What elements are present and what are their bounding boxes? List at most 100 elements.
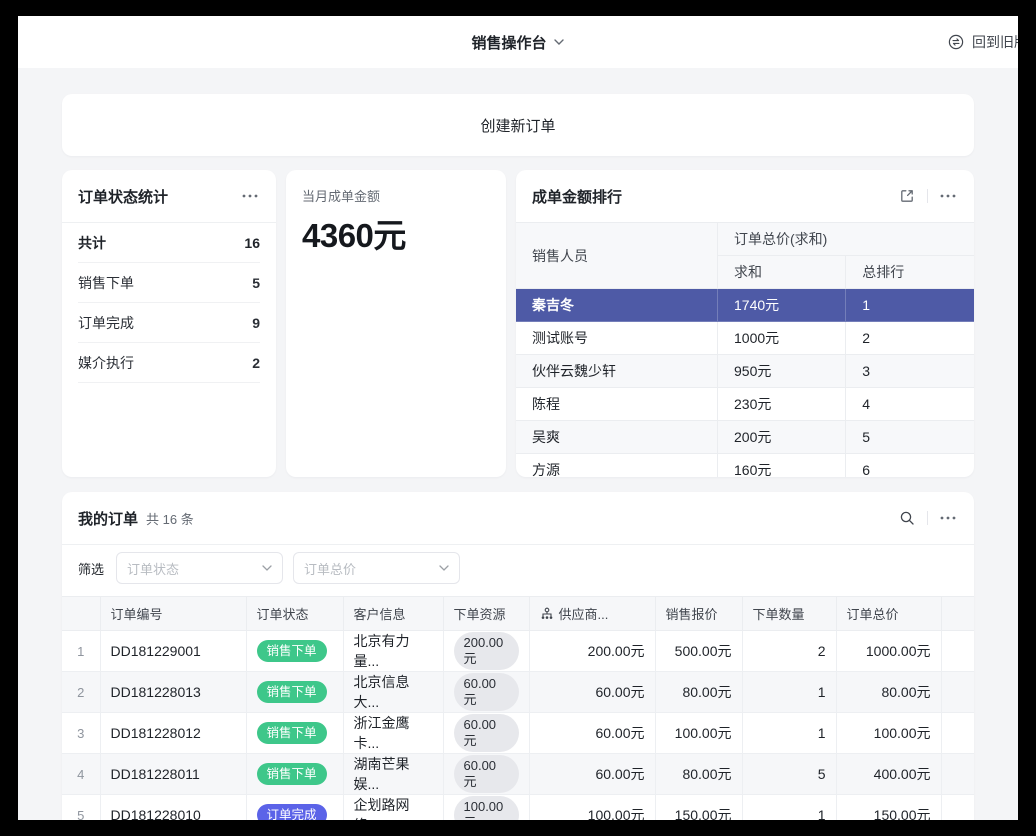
customer-info: 企划路网络...: [343, 795, 443, 821]
ranking-row[interactable]: 秦吉冬1740元1: [516, 289, 974, 322]
spacer-cell: [941, 754, 974, 795]
ranking-sum: 160元: [718, 454, 846, 478]
status-label: 共计: [78, 233, 106, 253]
order-number: DD181228012: [100, 713, 246, 754]
ranking-row[interactable]: 陈程230元4: [516, 388, 974, 421]
order-total-filter-select[interactable]: 订单总价: [293, 552, 460, 584]
order-row[interactable]: 2DD181228013销售下单北京信息大...60.00元60.00元80.0…: [62, 672, 974, 713]
status-label: 媒介执行: [78, 353, 134, 373]
ranking-row[interactable]: 测试账号1000元2: [516, 322, 974, 355]
col-order-total-sum: 订单总价(求和): [718, 223, 974, 256]
order-resource-cell: 100.00元: [443, 795, 529, 821]
divider: [927, 189, 928, 203]
supplier-price: 100.00元: [529, 795, 655, 821]
back-to-old-label: 回到旧版: [972, 32, 1018, 52]
order-status-filter-select[interactable]: 订单状态: [116, 552, 283, 584]
ranking-row[interactable]: 伙伴云魏少轩950元3: [516, 355, 974, 388]
col-qty: 下单数量: [742, 597, 836, 631]
ranking-rank: 3: [846, 355, 974, 388]
divider: [927, 511, 928, 525]
order-quantity: 5: [742, 754, 836, 795]
order-resource-chip: 60.00元: [454, 714, 519, 752]
order-status-cell: 销售下单: [246, 754, 343, 795]
ranking-card: 成单金额排行 销售人员: [516, 170, 974, 477]
order-status-cell: 销售下单: [246, 672, 343, 713]
create-order-button[interactable]: 创建新订单: [62, 94, 974, 156]
status-row[interactable]: 销售下单 5: [78, 263, 260, 303]
order-total: 1000.00元: [836, 631, 941, 672]
ranking-sum: 230元: [718, 388, 846, 421]
more-icon[interactable]: [938, 186, 958, 206]
supplier-price: 60.00元: [529, 713, 655, 754]
ranking-person: 吴爽: [516, 421, 718, 454]
customer-info: 浙江金鹰卡...: [343, 713, 443, 754]
order-number: DD181229001: [100, 631, 246, 672]
order-row[interactable]: 4DD181228011销售下单湖南芒果娱...60.00元60.00元80.0…: [62, 754, 974, 795]
orders-count: 共 16 条: [146, 509, 194, 528]
supplier-price: 200.00元: [529, 631, 655, 672]
status-value: 9: [252, 315, 260, 331]
customer-info: 北京有力量...: [343, 631, 443, 672]
search-icon[interactable]: [897, 508, 917, 528]
spacer-cell: [941, 672, 974, 713]
order-resource-chip: 60.00元: [454, 673, 519, 711]
back-to-old-version[interactable]: 回到旧版: [946, 16, 1018, 68]
sales-quote: 150.00元: [655, 795, 742, 821]
order-quantity: 1: [742, 672, 836, 713]
status-row[interactable]: 共计16: [78, 223, 260, 263]
order-quantity: 1: [742, 713, 836, 754]
status-row[interactable]: 媒介执行 2: [78, 343, 260, 383]
col-order_no: 订单编号: [100, 597, 246, 631]
order-resource-chip: 200.00元: [454, 632, 519, 670]
order-row[interactable]: 5DD181228010订单完成企划路网络...100.00元100.00元15…: [62, 795, 974, 821]
top-bar: 销售操作台 回到旧版: [18, 16, 1018, 68]
order-status-badge: 销售下单: [257, 722, 327, 744]
col-total: 订单总价: [836, 597, 941, 631]
col-supplier: 供应商...: [529, 597, 655, 631]
ranking-sum: 1740元: [718, 289, 846, 322]
order-status-stats-card: 订单状态统计 共计16 销售下单 5 订单完成 9 媒介执行 2: [62, 170, 276, 477]
ranking-person: 伙伴云魏少轩: [516, 355, 718, 388]
order-number: DD181228010: [100, 795, 246, 821]
order-row[interactable]: 3DD181228012销售下单浙江金鹰卡...60.00元60.00元100.…: [62, 713, 974, 754]
ranking-sum: 200元: [718, 421, 846, 454]
sales-quote: 100.00元: [655, 713, 742, 754]
filter-bar: 筛选 订单状态 订单总价: [62, 545, 974, 596]
workspace-switcher[interactable]: 销售操作台: [471, 32, 564, 53]
col-spacer: [941, 597, 974, 631]
col-quote: 销售报价: [655, 597, 742, 631]
status-card-title: 订单状态统计: [78, 186, 168, 207]
order-total: 80.00元: [836, 672, 941, 713]
order-row[interactable]: 1DD181229001销售下单北京有力量...200.00元200.00元50…: [62, 631, 974, 672]
ranking-rank: 1: [846, 289, 974, 322]
relation-icon: [540, 607, 554, 621]
status-row[interactable]: 订单完成 9: [78, 303, 260, 343]
spacer-cell: [941, 713, 974, 754]
order-total: 400.00元: [836, 754, 941, 795]
order-resource-chip: 100.00元: [454, 796, 519, 820]
order-status-filter-placeholder: 订单状态: [127, 559, 179, 578]
status-label: 订单完成: [78, 313, 134, 333]
order-resource-cell: 60.00元: [443, 672, 529, 713]
order-number: DD181228013: [100, 672, 246, 713]
more-icon[interactable]: [240, 186, 260, 206]
create-order-label: 创建新订单: [480, 115, 555, 136]
ranking-row[interactable]: 吴爽200元5: [516, 421, 974, 454]
chevron-down-icon: [553, 36, 565, 48]
more-icon[interactable]: [938, 508, 958, 528]
status-label: 销售下单: [78, 273, 134, 293]
status-value: 5: [252, 275, 260, 291]
ranking-row[interactable]: 方源160元6: [516, 454, 974, 478]
order-total: 100.00元: [836, 713, 941, 754]
ranking-person: 陈程: [516, 388, 718, 421]
col-status: 订单状态: [246, 597, 343, 631]
orders-table: 订单编号订单状态客户信息下单资源供应商...销售报价下单数量订单总价 1DD18…: [62, 596, 974, 820]
status-value: 2: [252, 355, 260, 371]
ranking-rank: 2: [846, 322, 974, 355]
order-resource-cell: 60.00元: [443, 713, 529, 754]
order-row-number: 4: [62, 754, 100, 795]
ranking-rank: 4: [846, 388, 974, 421]
filter-label: 筛选: [78, 559, 104, 578]
open-in-new-icon[interactable]: [897, 186, 917, 206]
month-amount-card: 当月成单金额 4360元: [286, 170, 506, 477]
